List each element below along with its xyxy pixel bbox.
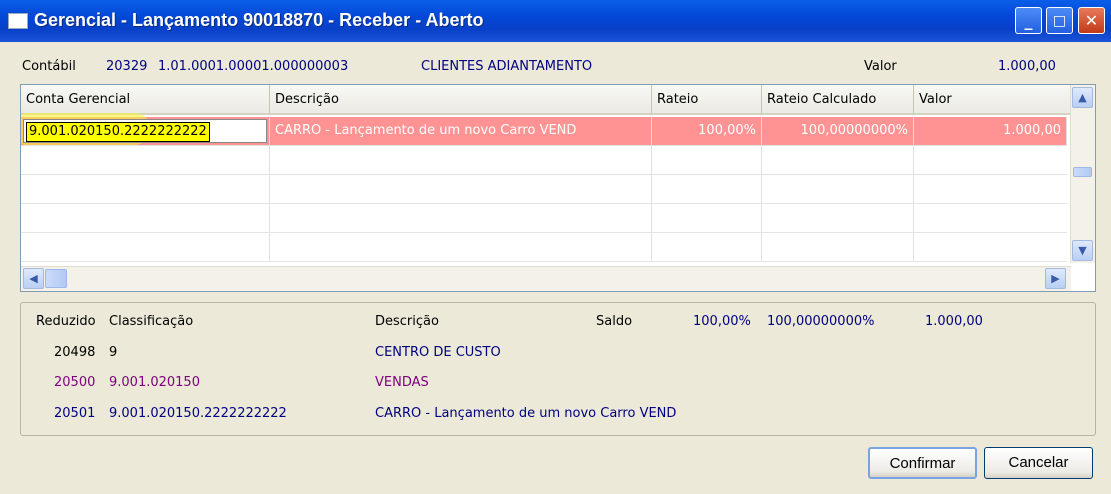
detail-row-classificacao: 9 <box>109 345 118 360</box>
contabil-name: CLIENTES ADIANTAMENTO <box>421 59 593 74</box>
valor-value: 1.000,00 <box>998 59 1056 74</box>
detail-row-classificacao: 9.001.020150.2222222222 <box>109 406 287 421</box>
empty-cell <box>21 233 270 261</box>
empty-cell <box>652 146 762 174</box>
empty-cell <box>762 146 914 174</box>
cell-rateio[interactable]: 100,00% <box>652 117 762 145</box>
window-title: Gerencial - Lançamento 90018870 - Recebe… <box>34 10 484 30</box>
detail-row-descricao: CENTRO DE CUSTO <box>375 345 501 360</box>
saldo-valor: 1.000,00 <box>925 314 983 329</box>
scroll-right-button[interactable]: ▶ <box>1045 268 1066 289</box>
detail-row-classificacao: 9.001.020150 <box>109 375 200 390</box>
empty-cell <box>21 175 270 203</box>
detail-row-descricao: VENDAS <box>375 375 429 390</box>
contabil-label: Contábil <box>22 59 76 74</box>
table-row[interactable]: 9.001.020150.2222222222 CARRO - Lançamen… <box>21 113 1067 146</box>
column-header-valor[interactable]: Valor <box>914 85 1071 115</box>
empty-cell <box>21 204 270 232</box>
cancelar-button[interactable]: Cancelar <box>984 447 1093 479</box>
valor-label: Valor <box>864 59 897 74</box>
vertical-scroll-thumb[interactable] <box>1073 167 1092 177</box>
column-header-rateio[interactable]: Rateio <box>652 85 762 115</box>
table-row-empty[interactable] <box>21 204 1067 233</box>
confirmar-button[interactable]: Confirmar <box>868 447 977 479</box>
saldo-percent: 100,00% <box>693 314 751 329</box>
empty-cell <box>270 204 652 232</box>
detail-row-reduzido: 20501 <box>54 406 96 421</box>
reduzido-header: Reduzido <box>36 314 96 329</box>
saldo-label: Saldo <box>596 314 633 329</box>
empty-cell <box>652 233 762 261</box>
empty-cell <box>270 175 652 203</box>
column-header-descricao[interactable]: Descrição <box>270 85 652 115</box>
empty-cell <box>652 204 762 232</box>
cell-descricao[interactable]: CARRO - Lançamento de um novo Carro VEND <box>270 117 652 145</box>
conta-gerencial-edit-field[interactable]: 9.001.020150.2222222222 <box>23 119 267 143</box>
minimize-button[interactable]: _ <box>1015 7 1042 34</box>
scroll-up-button[interactable]: ▲ <box>1072 87 1093 108</box>
column-header-rateio-calculado[interactable]: Rateio Calculado <box>762 85 914 115</box>
empty-cell <box>762 204 914 232</box>
conta-gerencial-selected-text: 9.001.020150.2222222222 <box>26 122 210 142</box>
empty-cell <box>652 175 762 203</box>
empty-cell <box>762 233 914 261</box>
scroll-left-button[interactable]: ◀ <box>23 268 44 289</box>
saldo-rateio-calculado: 100,00000000% <box>767 314 875 329</box>
descricao-header: Descrição <box>375 314 439 329</box>
maximize-button[interactable]: □ <box>1046 7 1073 34</box>
horizontal-scrollbar[interactable]: ◀ ▶ <box>21 266 1071 291</box>
column-header-conta-gerencial[interactable]: Conta Gerencial <box>21 85 270 115</box>
cell-conta-gerencial[interactable]: 9.001.020150.2222222222 <box>21 113 270 145</box>
scroll-down-button[interactable]: ▼ <box>1072 240 1093 261</box>
empty-cell <box>21 146 270 174</box>
table-row-empty[interactable] <box>21 146 1067 175</box>
classification-detail-panel: Reduzido Classificação Descrição Saldo 1… <box>20 302 1096 436</box>
detail-row-descricao: CARRO - Lançamento de um novo Carro VEND <box>375 406 677 421</box>
table-row-empty[interactable] <box>21 175 1067 204</box>
close-button[interactable]: ✕ <box>1078 7 1105 34</box>
contabil-code: 20329 <box>106 59 148 74</box>
empty-cell <box>762 175 914 203</box>
app-window-icon <box>8 13 28 29</box>
classificacao-header: Classificação <box>109 314 194 329</box>
detail-row-reduzido: 20500 <box>54 375 96 390</box>
title-bar[interactable]: Gerencial - Lançamento 90018870 - Recebe… <box>0 0 1111 42</box>
cell-rateio-calculado[interactable]: 100,00000000% <box>762 117 914 145</box>
empty-cell <box>270 233 652 261</box>
detail-row-reduzido: 20498 <box>54 345 96 360</box>
empty-cell <box>270 146 652 174</box>
cell-valor[interactable]: 1.000,00 <box>914 117 1067 145</box>
conta-gerencial-grid[interactable]: Conta Gerencial Descrição Rateio Rateio … <box>20 84 1096 292</box>
table-row-empty[interactable] <box>21 233 1067 262</box>
contabil-account: 1.01.0001.00001.000000003 <box>158 59 349 74</box>
vertical-scrollbar[interactable]: ▲ ▼ <box>1070 85 1095 263</box>
horizontal-scroll-thumb[interactable] <box>45 269 67 288</box>
